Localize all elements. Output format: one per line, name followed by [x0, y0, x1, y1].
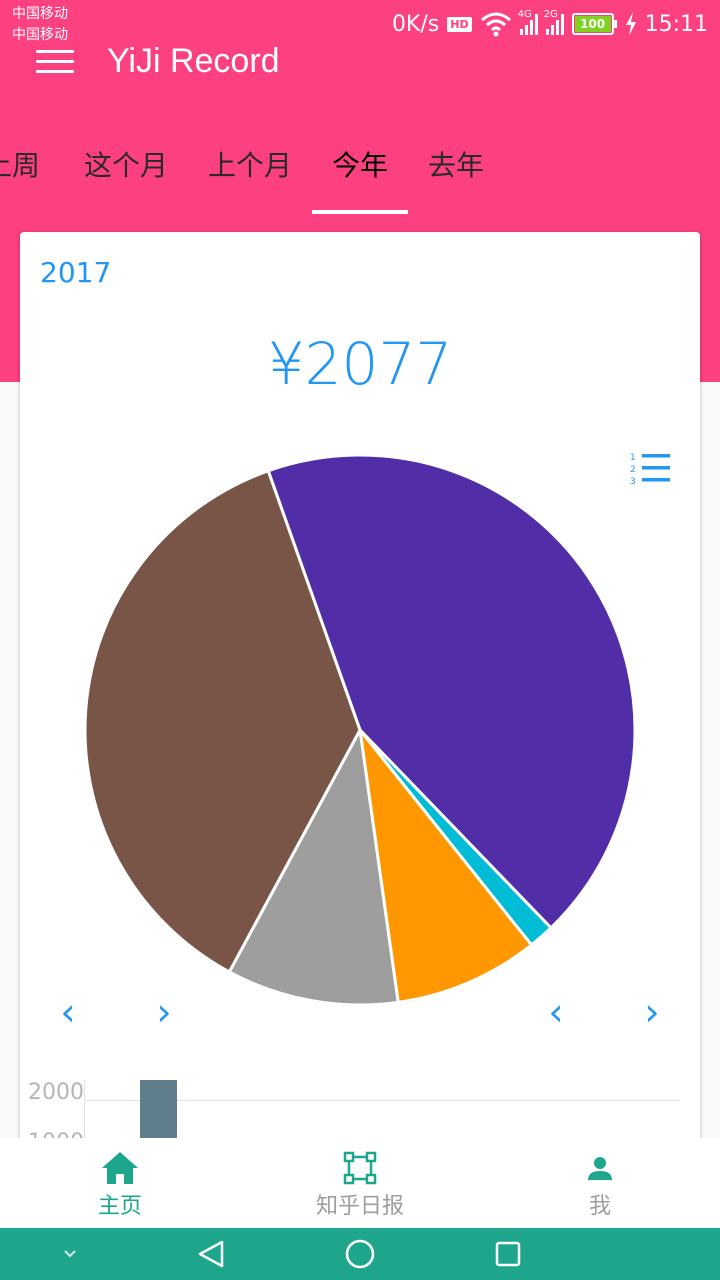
tab-last-year[interactable]: 去年 [428, 144, 484, 184]
chevron-down-icon[interactable] [52, 1236, 88, 1272]
prev-arrow-right[interactable]: ‹ [541, 992, 571, 1032]
wifi-icon [480, 12, 511, 37]
home-icon [102, 1152, 138, 1184]
hamburger-menu-icon[interactable] [36, 46, 76, 76]
y-tick-label: 2000 [28, 1080, 84, 1105]
nav-label: 知乎日报 [315, 1194, 404, 1219]
hd-badge: HD [447, 16, 472, 32]
crop-frame-icon [343, 1151, 377, 1185]
tab-indicator [312, 210, 408, 214]
battery-icon: 100 [571, 13, 617, 35]
tab-this-month[interactable]: 这个月 [84, 144, 168, 184]
period-tabs: 上周 这个月 上个月 今年 去年 [0, 130, 720, 220]
network-type: 4G [517, 9, 532, 20]
app-root: 中国移动 中国移动 0K/s HD 4G 2G 100 15:11 YiJi R… [0, 0, 720, 1280]
prev-arrow-left[interactable]: ‹ [53, 992, 83, 1032]
category-pie-chart[interactable] [20, 432, 700, 1012]
next-arrow-left[interactable]: › [149, 992, 179, 1032]
total-amount: ¥2077 [267, 330, 453, 398]
network-type: 2G [543, 9, 558, 20]
nav-home[interactable]: 主页 [0, 1138, 240, 1228]
nav-me[interactable]: 我 [480, 1138, 720, 1228]
home-circle-icon[interactable] [342, 1236, 378, 1272]
recents-icon[interactable] [490, 1236, 526, 1272]
charging-icon [625, 12, 636, 36]
tab-this-year[interactable]: 今年 [332, 144, 388, 184]
signal-2g-icon: 2G [544, 9, 564, 35]
network-speed: 0K/s [391, 11, 440, 37]
toolbar: YiJi Record [0, 36, 720, 92]
tab-last-month[interactable]: 上个月 [208, 144, 292, 184]
person-icon [588, 1157, 612, 1180]
back-icon[interactable] [194, 1236, 230, 1272]
signal-4g-icon: 4G [518, 9, 538, 35]
app-title: YiJi Record [107, 42, 280, 80]
bottom-navigation: 主页 知乎日报 我 [0, 1138, 720, 1228]
year-label: 2017 [40, 256, 112, 289]
summary-card: 2017 ¥2077 1 2 3 ‹ › ‹ › 2000 1000 [20, 232, 700, 1172]
nav-label: 主页 [97, 1194, 142, 1219]
status-icons: 0K/s HD 4G 2G 100 15:11 [391, 9, 708, 38]
nav-zhihu-daily[interactable]: 知乎日报 [240, 1138, 480, 1228]
carrier-label: 中国移动 [12, 6, 68, 22]
system-navigation-bar [0, 1228, 720, 1280]
nav-label: 我 [588, 1194, 611, 1219]
battery-level: 100 [574, 16, 611, 32]
clock: 15:11 [644, 11, 708, 37]
next-arrow-right[interactable]: › [637, 992, 667, 1032]
tab-last-week[interactable]: 上周 [0, 144, 40, 184]
